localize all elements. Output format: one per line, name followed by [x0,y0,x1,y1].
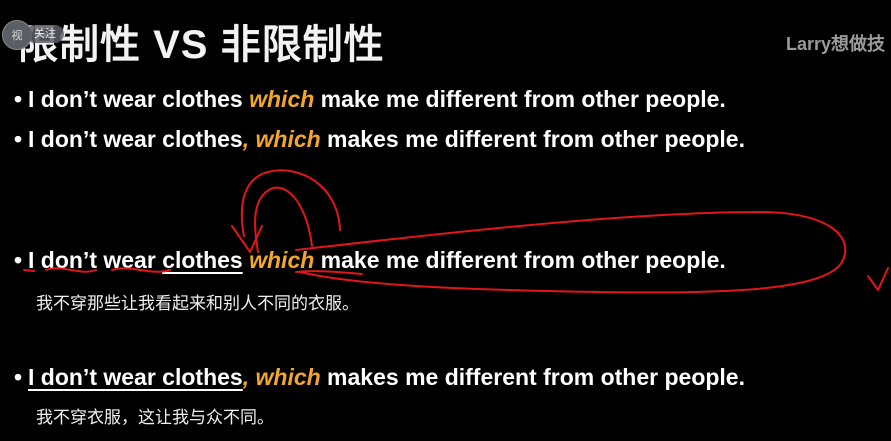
relative-pronoun: , which [242,364,321,390]
sentence-restrictive-annotated: • I don’t wear clothes which make me diff… [8,247,726,274]
sentence-text: make me different from other people. [314,86,726,112]
watermark-text: Larry想做技 [785,34,885,54]
avatar-label: 视 [11,30,23,42]
relative-pronoun: which [249,247,315,273]
antecedent-clause: I don’t wear clothes [28,364,243,390]
arrow-arc-outer [240,169,341,237]
sentence-text: makes me different from other people. [320,364,745,390]
translation-restrictive: 我不穿那些让我看起来和别人不同的衣服。 [36,294,359,313]
sentence-text: make me different from other people. [314,247,726,273]
arrow-arc-inner [254,186,313,253]
sentence-text: I don’t wear clothes [28,126,243,152]
bullet: • [13,126,23,152]
relative-pronoun: , which [242,126,321,152]
bullet: • [13,364,23,390]
slide-title: 限制性 VS 非限制性 [18,23,385,67]
sentence-restrictive: • I don’t wear clothes which make me diff… [8,86,726,113]
sentence-text: I don’t wear clothes [28,86,250,112]
translation-nonrestrictive: 我不穿衣服，这让我与众不同。 [36,408,274,427]
check-mark [867,267,889,291]
relative-pronoun: which [249,86,315,112]
sentence-text: I don’t wear [28,247,163,273]
sentence-nonrestrictive-annotated: • I don’t wear clothes, which makes me di… [8,364,745,391]
slide-frame: 限制性 VS 非限制性 Larry想做技 视 关注 • I don’t wear … [0,0,891,441]
antecedent: clothes [162,247,243,273]
sentence-text: makes me different from other people. [320,126,745,152]
bullet: • [13,247,23,273]
follow-button[interactable]: 关注 [26,25,64,43]
bullet: • [13,86,23,112]
sentence-nonrestrictive: • I don’t wear clothes, which makes me di… [8,126,745,153]
